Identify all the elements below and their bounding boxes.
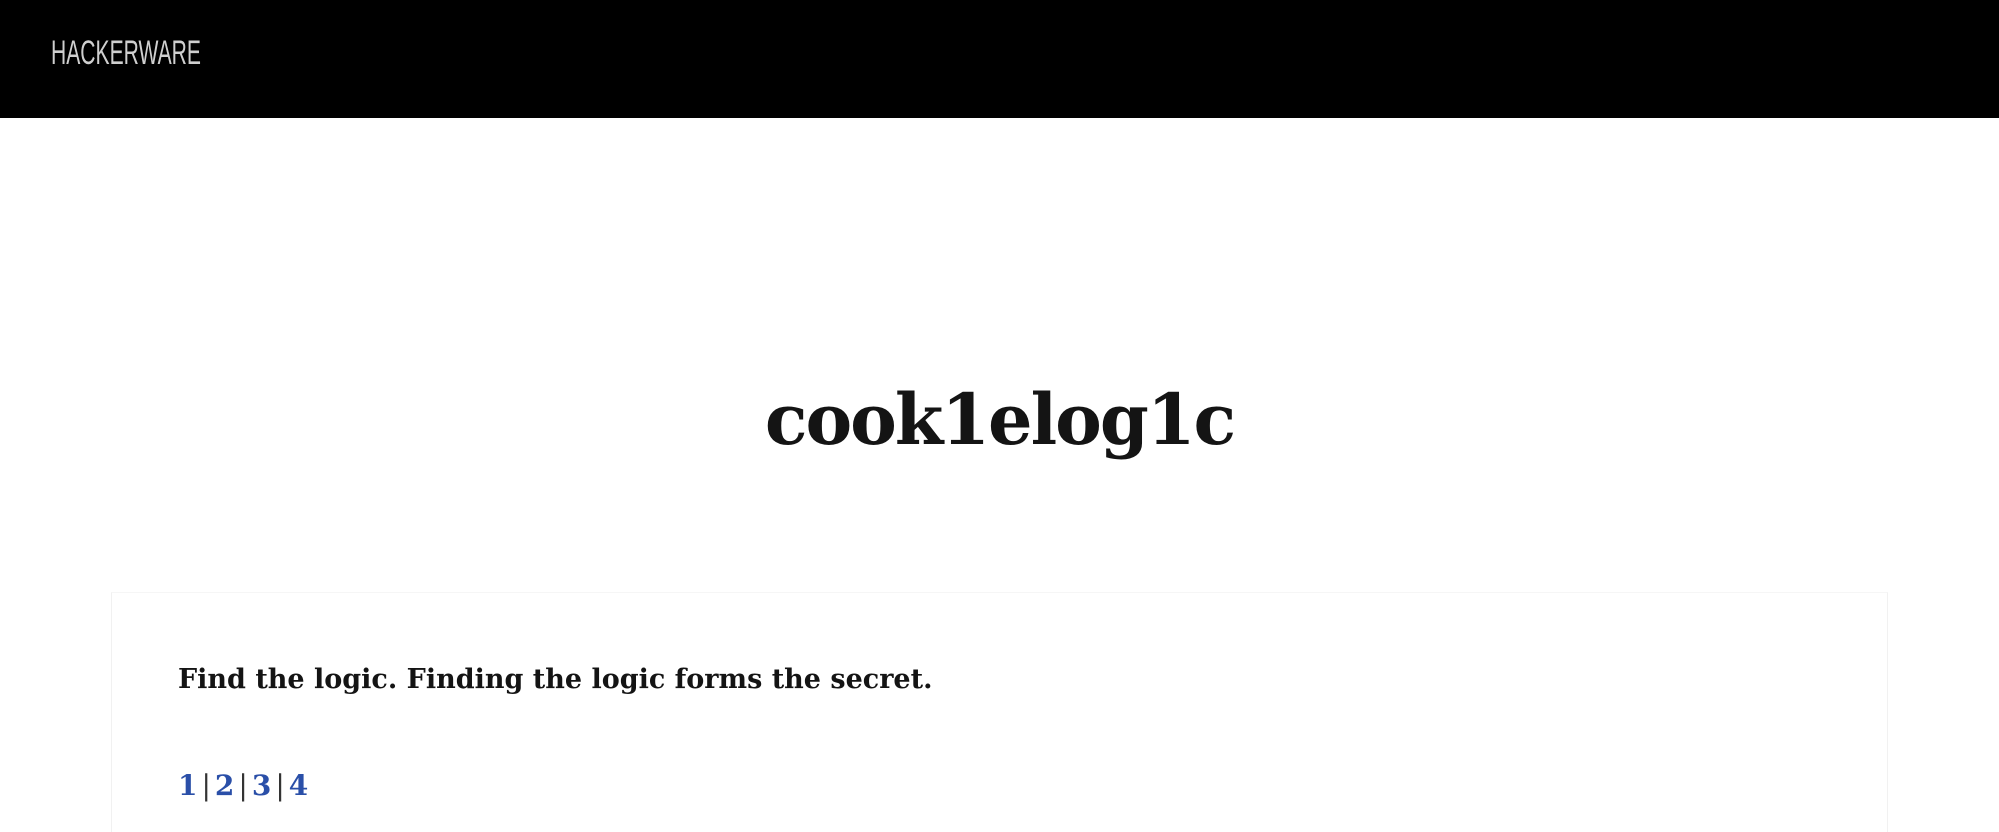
page-title: cook1elog1c: [764, 378, 1236, 461]
page-separator: |: [238, 769, 248, 802]
page-links: 1 | 2 | 3 | 4: [178, 769, 308, 803]
page-link-2[interactable]: 2: [215, 769, 234, 802]
page-separator: |: [201, 769, 211, 802]
content-panel: Find the logic. Finding the logic forms …: [111, 592, 1888, 832]
hackerware-logo[interactable]: HACKERWARE: [51, 31, 201, 75]
top-navbar: HACKERWARE: [0, 0, 1999, 118]
page-separator: |: [275, 769, 285, 802]
page-link-4[interactable]: 4: [289, 769, 308, 802]
page-link-3[interactable]: 3: [252, 769, 271, 802]
page-link-1[interactable]: 1: [178, 769, 197, 802]
intro-text: Find the logic. Finding the logic forms …: [178, 664, 933, 695]
